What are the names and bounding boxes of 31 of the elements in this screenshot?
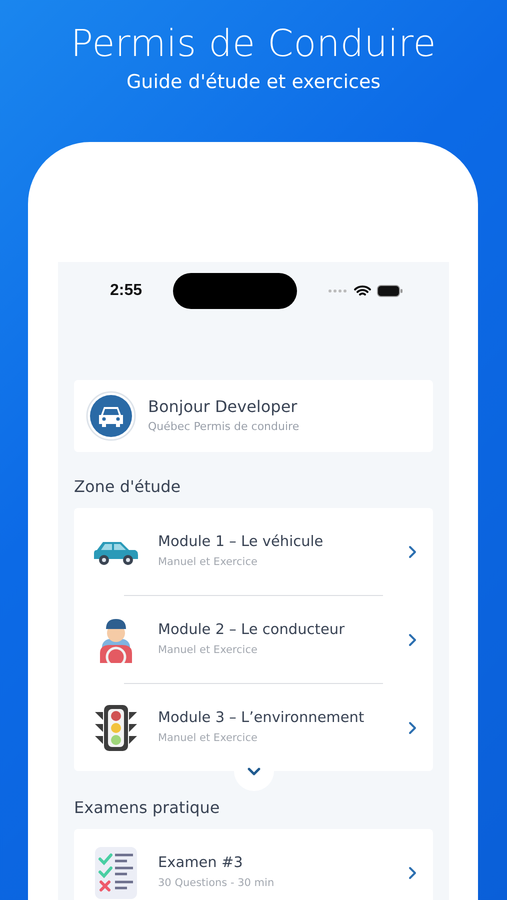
module-title: Module 1 – Le véhicule: [158, 532, 324, 552]
wifi-icon: [354, 285, 371, 297]
banner-subtitle: Guide d'étude et exercices: [126, 70, 381, 95]
chevron-right-icon: [408, 866, 417, 880]
section-title: Examens pratique: [74, 797, 221, 819]
chevron-right-icon: [408, 632, 417, 646]
module-item[interactable]: Module 3 – L’environnement Manuel et Exercice: [74, 684, 433, 771]
banner-title: Permis de Conduire: [70, 22, 436, 66]
module-title: Module 2 – Le conducteur: [158, 620, 346, 640]
exam-title: Examen #3: [158, 854, 244, 872]
chevron-right-icon: [408, 720, 417, 734]
chevron-down-icon: [246, 766, 260, 776]
battery-icon: [377, 285, 403, 297]
module-subtitle: Manuel et Exercice: [158, 730, 258, 746]
traffic-light-icon: [93, 704, 139, 752]
greeting-subtitle: Québec Permis de conduire: [148, 419, 300, 435]
exam-item[interactable]: Examen #3 30 Questions - 30 min: [74, 829, 433, 900]
status-time: 2:55: [110, 282, 142, 300]
checklist-icon: [95, 846, 137, 898]
module-subtitle: Manuel et Exercice: [158, 642, 258, 658]
signal-icon: [328, 289, 348, 293]
module-item[interactable]: Module 1 – Le véhicule Manuel et Exercice: [74, 508, 433, 595]
car-avatar-icon: [86, 391, 136, 441]
section-title: Zone d'étude: [74, 476, 182, 498]
module-subtitle: Manuel et Exercice: [158, 554, 258, 570]
greeting-title: Bonjour Developer: [148, 396, 298, 418]
module-item[interactable]: Module 2 – Le conducteur Manuel et Exercice: [74, 596, 433, 683]
module-title: Module 3 – L’environnement: [158, 708, 366, 728]
exam-subtitle: 30 Questions - 30 min: [158, 876, 276, 890]
chevron-right-icon: [408, 544, 417, 558]
driver-icon: [98, 616, 134, 662]
